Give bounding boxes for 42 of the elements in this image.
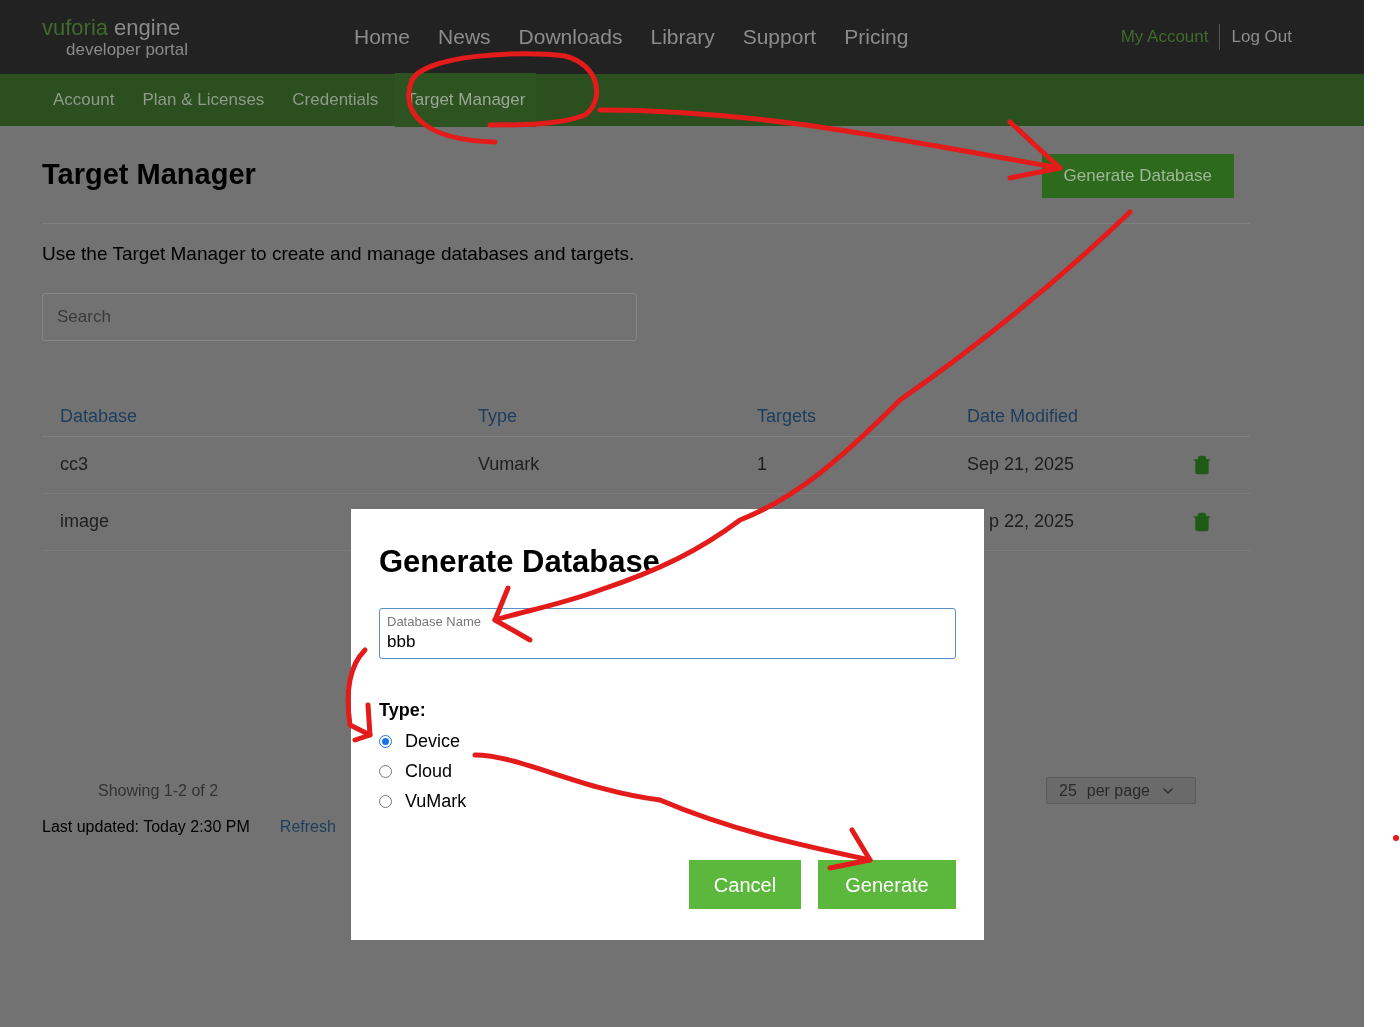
search-field[interactable]: Search <box>42 292 637 341</box>
table-cell: cc3 <box>60 454 88 474</box>
table-cell: 1 <box>757 454 767 474</box>
column-header[interactable]: Date Modified <box>967 405 1079 426</box>
nav-link[interactable]: Home <box>354 21 411 53</box>
log-out-link[interactable]: Log Out <box>1219 24 1292 50</box>
nav-link[interactable]: Support <box>742 21 817 53</box>
dialog-title: Generate Database <box>379 543 661 581</box>
per-page-select[interactable]: 25 per page <box>1046 777 1196 804</box>
column-header[interactable]: Database <box>60 405 138 426</box>
column-header[interactable]: Type <box>478 405 518 426</box>
logo-tagline: developer portal <box>66 40 189 58</box>
cancel-button[interactable]: Cancel <box>689 860 801 909</box>
subnav-tab[interactable]: Plan & Licenses <box>131 73 276 127</box>
my-account-link[interactable]: My Account <box>1120 24 1219 50</box>
page-description: Use the Target Manager to create and manage databases and targets. <box>42 242 636 266</box>
nav-link[interactable]: Pricing <box>844 21 909 53</box>
field-label: Database Name <box>387 614 482 631</box>
radio-label: Device <box>405 730 461 753</box>
results-count: Showing 1-2 of 2 <box>98 780 219 801</box>
generate-database-button[interactable]: Generate Database <box>1041 153 1234 198</box>
nav-link[interactable]: News <box>438 21 491 53</box>
logo-brand: vuforia <box>42 16 109 39</box>
database-name-field[interactable]: Database Name bbb <box>379 607 956 659</box>
refresh-link[interactable]: Refresh <box>279 814 336 839</box>
table-cell: Vumark <box>478 454 540 474</box>
column-header[interactable]: Targets <box>757 405 817 426</box>
logo-product: engine <box>114 16 181 39</box>
type-label: Type: <box>379 698 427 722</box>
table-cell: image <box>60 511 110 531</box>
subnav-tab[interactable]: Account <box>42 73 126 127</box>
nav-link[interactable]: Downloads <box>518 21 623 53</box>
page-title: Target Manager <box>42 156 256 192</box>
subnav-tab[interactable]: Credentials <box>281 73 390 127</box>
table-cell: p 22, 2025 <box>989 511 1075 531</box>
field-value[interactable]: bbb <box>387 630 948 652</box>
table-cell: Sep 21, 2025 <box>967 454 1075 474</box>
last-updated: Last updated: Today 2:30 PM <box>42 816 250 837</box>
radio-label: VuMark <box>405 790 467 813</box>
nav-link[interactable]: Library <box>650 21 715 53</box>
radio-label: Cloud <box>405 760 453 783</box>
generate-button[interactable]: Generate <box>818 860 956 909</box>
